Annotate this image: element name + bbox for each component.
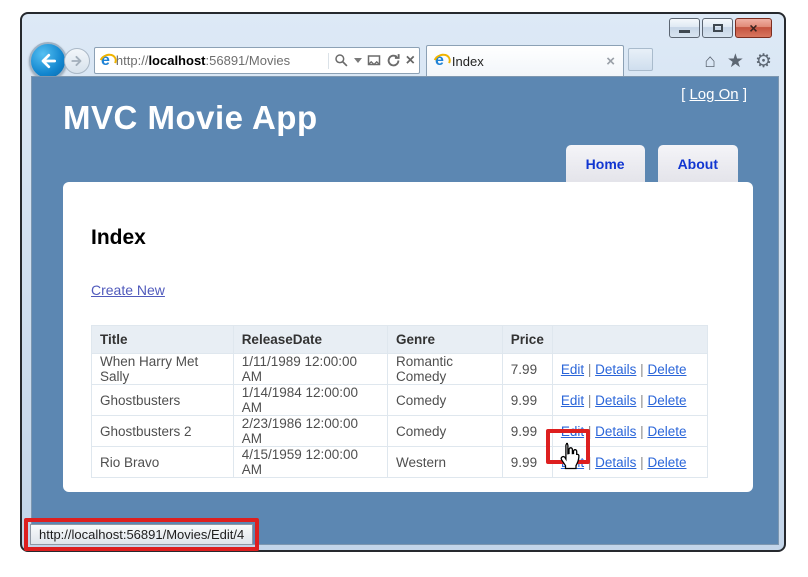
cell-genre: Romantic Comedy xyxy=(388,354,503,385)
new-tab-button[interactable] xyxy=(628,48,653,71)
create-new-link[interactable]: Create New xyxy=(91,282,165,298)
back-arrow-icon xyxy=(38,51,58,71)
cell-release-date: 1/11/1989 12:00:00 AM xyxy=(233,354,387,385)
separator: | xyxy=(588,455,592,470)
table-row: Rio Bravo 4/15/1959 12:00:00 AM Western … xyxy=(92,447,708,478)
maximize-icon xyxy=(713,24,723,32)
edit-link[interactable]: Edit xyxy=(561,393,584,408)
cell-price: 7.99 xyxy=(502,354,552,385)
cell-actions: Edit | Details | Delete xyxy=(552,447,707,478)
col-genre: Genre xyxy=(388,326,503,354)
separator: | xyxy=(640,362,644,377)
search-icon[interactable] xyxy=(334,53,349,68)
tab-title: Index xyxy=(452,54,606,69)
cell-title: Ghostbusters xyxy=(92,385,234,416)
cell-actions: Edit | Details | Delete xyxy=(552,385,707,416)
table-row: When Harry Met Sally 1/11/1989 12:00:00 … xyxy=(92,354,708,385)
table-row: Ghostbusters 1/14/1984 12:00:00 AM Comed… xyxy=(92,385,708,416)
cell-title: Rio Bravo xyxy=(92,447,234,478)
main-nav: Home About xyxy=(566,145,738,182)
cell-price: 9.99 xyxy=(502,416,552,447)
nav-about-button[interactable]: About xyxy=(658,145,738,182)
cell-genre: Western xyxy=(388,447,503,478)
nav-home-button[interactable]: Home xyxy=(566,145,645,182)
cell-release-date: 4/15/1959 12:00:00 AM xyxy=(233,447,387,478)
minimize-icon xyxy=(679,30,690,33)
logon-bracket: ] xyxy=(739,86,747,103)
window-controls: × xyxy=(669,18,772,38)
col-releasedate: ReleaseDate xyxy=(233,326,387,354)
tab-close-icon[interactable]: × xyxy=(606,54,615,69)
edit-link-highlighted[interactable]: Edit xyxy=(561,455,584,470)
movies-table: Title ReleaseDate Genre Price When Harry… xyxy=(91,325,708,478)
separator: | xyxy=(588,362,592,377)
tab-index[interactable]: e Index × xyxy=(426,45,624,76)
status-highlight-box: http://localhost:56891/Movies/Edit/4 xyxy=(24,518,259,551)
close-icon: × xyxy=(749,21,757,35)
cell-title: When Harry Met Sally xyxy=(92,354,234,385)
home-icon[interactable]: ⌂ xyxy=(704,52,715,71)
table-row: Ghostbusters 2 2/23/1986 12:00:00 AM Com… xyxy=(92,416,708,447)
page-viewport: [ Log On ] MVC Movie App Home About Inde… xyxy=(31,76,779,545)
cell-actions: Edit | Details | Delete xyxy=(552,416,707,447)
cell-price: 9.99 xyxy=(502,385,552,416)
search-dropdown-caret-icon[interactable] xyxy=(354,58,362,63)
refresh-icon[interactable] xyxy=(386,53,401,68)
address-bar[interactable]: e http://localhost:56891/Movies × xyxy=(94,47,420,74)
back-button[interactable] xyxy=(29,42,67,80)
url-text[interactable]: http://localhost:56891/Movies xyxy=(116,53,328,68)
cell-release-date: 2/23/1986 12:00:00 AM xyxy=(233,416,387,447)
cell-genre: Comedy xyxy=(388,416,503,447)
cell-price: 9.99 xyxy=(502,447,552,478)
details-link[interactable]: Details xyxy=(595,455,636,470)
content-card: Index Create New Title ReleaseDate Genre… xyxy=(63,182,753,492)
col-title: Title xyxy=(92,326,234,354)
separator: | xyxy=(640,393,644,408)
browser-window: × e http://localhost:56891/Movies xyxy=(20,12,786,552)
delete-link[interactable]: Delete xyxy=(647,362,686,377)
details-link[interactable]: Details xyxy=(595,362,636,377)
logon-area: [ Log On ] xyxy=(681,86,747,103)
cell-release-date: 1/14/1984 12:00:00 AM xyxy=(233,385,387,416)
delete-link[interactable]: Delete xyxy=(647,455,686,470)
tab-favicon-icon: e xyxy=(435,53,444,69)
separator: | xyxy=(640,455,644,470)
cell-actions: Edit | Details | Delete xyxy=(552,354,707,385)
ie-favicon-icon: e xyxy=(101,53,110,69)
minimize-button[interactable] xyxy=(669,18,700,38)
delete-link[interactable]: Delete xyxy=(647,393,686,408)
address-bar-icons: × xyxy=(328,53,415,69)
close-button[interactable]: × xyxy=(735,18,772,38)
edit-link[interactable]: Edit xyxy=(561,362,584,377)
forward-button[interactable] xyxy=(64,48,90,74)
separator: | xyxy=(588,424,592,439)
table-header-row: Title ReleaseDate Genre Price xyxy=(92,326,708,354)
cell-title: Ghostbusters 2 xyxy=(92,416,234,447)
details-link[interactable]: Details xyxy=(595,393,636,408)
stop-icon[interactable]: × xyxy=(406,53,415,69)
details-link[interactable]: Details xyxy=(595,424,636,439)
separator: | xyxy=(588,393,592,408)
edit-link[interactable]: Edit xyxy=(561,424,584,439)
status-tooltip: http://localhost:56891/Movies/Edit/4 xyxy=(30,524,253,545)
col-actions xyxy=(552,326,707,354)
delete-link[interactable]: Delete xyxy=(647,424,686,439)
logon-link[interactable]: Log On xyxy=(689,86,738,103)
forward-arrow-icon xyxy=(70,54,84,68)
tools-gear-icon[interactable]: ⚙ xyxy=(755,52,772,71)
separator: | xyxy=(640,424,644,439)
compatibility-view-icon[interactable] xyxy=(367,54,381,68)
cell-genre: Comedy xyxy=(388,385,503,416)
favorites-star-icon[interactable]: ★ xyxy=(727,52,744,71)
maximize-button[interactable] xyxy=(702,18,733,38)
app-title: MVC Movie App xyxy=(63,99,318,137)
page-heading: Index xyxy=(91,226,146,250)
col-price: Price xyxy=(502,326,552,354)
